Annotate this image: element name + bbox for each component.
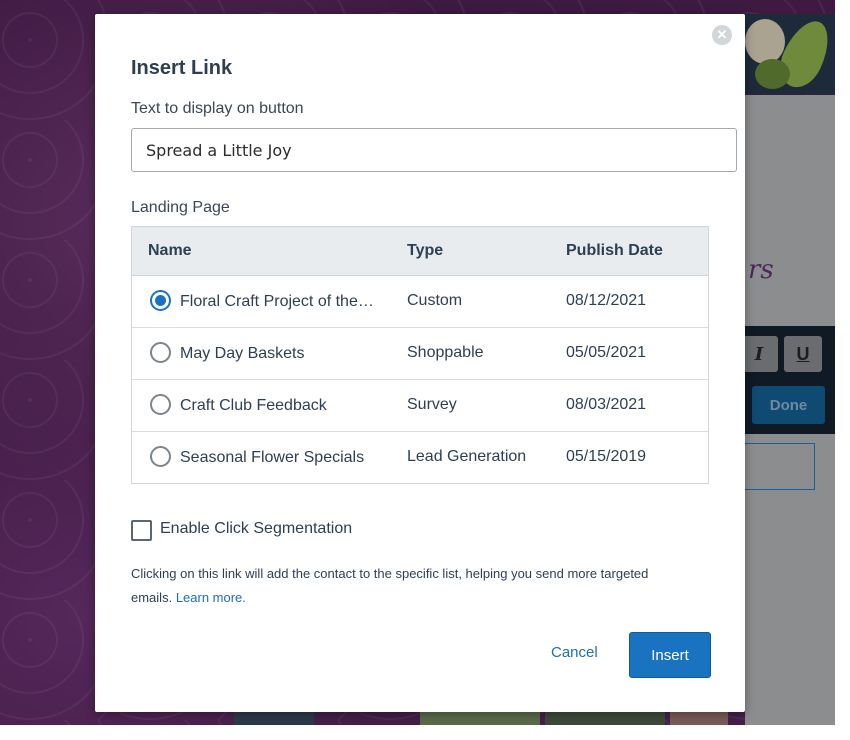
click-segmentation-label[interactable]: Enable Click Segmentation bbox=[160, 520, 352, 538]
click-segmentation-checkbox[interactable] bbox=[131, 520, 152, 541]
landing-page-name: Seasonal Flower Specials bbox=[180, 449, 365, 466]
close-icon[interactable]: ✕ bbox=[712, 25, 732, 45]
landing-page-type: Survey bbox=[407, 396, 457, 413]
landing-page-date: 08/03/2021 bbox=[566, 396, 647, 413]
flower-petal bbox=[745, 19, 785, 64]
italic-button[interactable]: I bbox=[740, 336, 778, 372]
landing-page-date: 05/05/2021 bbox=[566, 344, 647, 361]
landing-page-date: 08/12/2021 bbox=[566, 292, 647, 309]
landing-page-name: Craft Club Feedback bbox=[180, 397, 327, 414]
column-header-type[interactable]: Type bbox=[407, 227, 443, 275]
landing-page-name: May Day Baskets bbox=[180, 345, 305, 362]
column-header-name[interactable]: Name bbox=[148, 227, 192, 275]
image-thumbnails bbox=[230, 712, 730, 725]
learn-more-link[interactable]: Learn more. bbox=[176, 590, 246, 605]
background-input-field[interactable] bbox=[745, 443, 815, 490]
button-text-label: Text to display on button bbox=[131, 100, 304, 117]
button-text-input[interactable] bbox=[131, 128, 737, 172]
table-header: Name Type Publish Date bbox=[132, 227, 708, 276]
flower-leaf-small bbox=[755, 59, 790, 89]
cancel-button[interactable]: Cancel bbox=[551, 644, 598, 661]
landing-page-name: Floral Craft Project of the Month bbox=[180, 293, 376, 310]
landing-page-type: Shoppable bbox=[407, 344, 484, 361]
column-header-publish-date[interactable]: Publish Date bbox=[566, 227, 663, 275]
insert-link-dialog: ✕ Insert Link Text to display on button … bbox=[95, 14, 745, 712]
landing-page-type: Custom bbox=[407, 292, 463, 309]
script-heading-fragment: rs bbox=[748, 255, 774, 285]
landing-page-type: Lead Generation bbox=[407, 448, 527, 465]
landing-page-table: Name Type Publish Date Floral Craft Proj… bbox=[131, 226, 709, 484]
landing-page-date: 05/15/2019 bbox=[566, 448, 647, 465]
radio-button-selected[interactable] bbox=[150, 290, 171, 311]
thumbnail bbox=[234, 712, 314, 725]
thumbnail bbox=[420, 712, 540, 725]
flower-image bbox=[745, 14, 835, 94]
dialog-title: Insert Link bbox=[131, 57, 233, 79]
thumbnail bbox=[545, 712, 665, 725]
table-row[interactable]: Floral Craft Project of the Month Custom… bbox=[132, 276, 708, 328]
insert-button[interactable]: Insert bbox=[629, 632, 711, 678]
radio-button[interactable] bbox=[150, 394, 171, 415]
table-row[interactable]: May Day Baskets Shoppable 05/05/2021 bbox=[132, 328, 708, 380]
radio-button[interactable] bbox=[150, 446, 171, 467]
radio-button[interactable] bbox=[150, 342, 171, 363]
table-row[interactable]: Craft Club Feedback Survey 08/03/2021 bbox=[132, 380, 708, 432]
segmentation-help-text: Clicking on this link will add the conta… bbox=[131, 562, 691, 610]
done-button[interactable]: Done bbox=[752, 386, 825, 424]
thumbnail bbox=[670, 712, 728, 725]
underline-button[interactable]: U bbox=[784, 336, 822, 372]
landing-page-label: Landing Page bbox=[131, 199, 230, 216]
table-row[interactable]: Seasonal Flower Specials Lead Generation… bbox=[132, 432, 708, 483]
